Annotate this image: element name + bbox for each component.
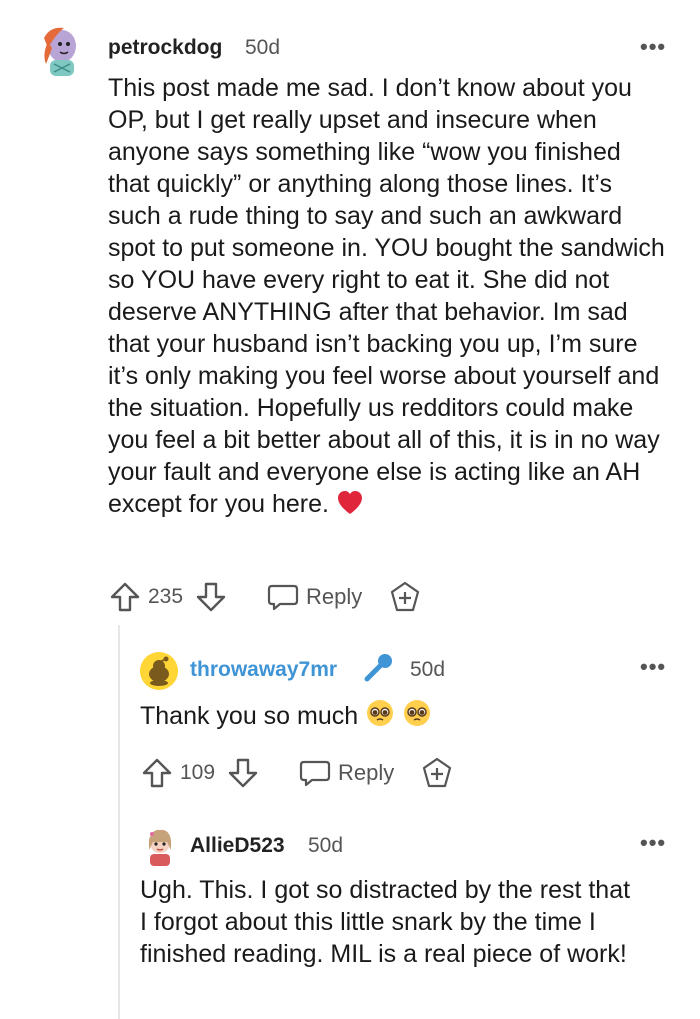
- vote-count: 235: [148, 585, 184, 608]
- more-options-button[interactable]: •••: [640, 34, 666, 60]
- username[interactable]: AllieD523: [190, 834, 285, 858]
- comment-body: Thank you so much: [140, 698, 660, 736]
- downvote-button[interactable]: [226, 756, 260, 790]
- username[interactable]: petrockdog: [108, 36, 222, 60]
- downvote-arrow-icon: [196, 582, 226, 612]
- username[interactable]: throwaway7mr: [190, 658, 337, 682]
- reply-label: Reply: [338, 760, 395, 785]
- red-heart-icon: [336, 490, 364, 524]
- reply-button[interactable]: Reply: [298, 756, 394, 790]
- speech-bubble-icon: [299, 760, 331, 787]
- avatar-image: [140, 826, 180, 866]
- upvote-button[interactable]: [140, 756, 174, 790]
- award-plus-icon: [390, 581, 420, 612]
- comment-body: Ugh. This. I got so distracted by the re…: [140, 876, 631, 968]
- award-plus-icon: [422, 757, 452, 788]
- user-avatar[interactable]: [140, 652, 178, 690]
- downvote-arrow-icon: [228, 758, 258, 788]
- comment-actions: 109 Reply: [140, 756, 470, 790]
- comment-actions: 235 Reply: [108, 580, 438, 614]
- upvote-arrow-icon: [110, 582, 140, 612]
- pleading-face-icon: [365, 698, 395, 736]
- vote-count: 109: [180, 761, 216, 784]
- avatar-image: [44, 27, 76, 76]
- award-button[interactable]: [420, 756, 454, 790]
- reply-button[interactable]: Reply: [266, 580, 362, 614]
- comment-body: This post made me sad. I don’t know abou…: [108, 72, 668, 524]
- timestamp: 50d: [410, 658, 446, 681]
- downvote-button[interactable]: [194, 580, 228, 614]
- upvote-arrow-icon: [142, 758, 172, 788]
- timestamp: 50d: [308, 834, 344, 857]
- more-options-button[interactable]: •••: [640, 830, 666, 856]
- award-button[interactable]: [388, 580, 422, 614]
- microphone-icon: [360, 650, 396, 691]
- upvote-button[interactable]: [108, 580, 142, 614]
- more-options-button[interactable]: •••: [640, 654, 666, 680]
- speech-bubble-icon: [267, 584, 299, 611]
- comment-text: This post made me sad. I don’t know abou…: [108, 74, 665, 518]
- user-avatar[interactable]: [36, 24, 84, 76]
- thread-line-level-1[interactable]: [118, 625, 120, 1019]
- avatar-image: [140, 652, 178, 690]
- pleading-face-icon: [402, 698, 432, 736]
- user-avatar[interactable]: [140, 826, 180, 866]
- reply-label: Reply: [306, 584, 363, 609]
- comment-text: Thank you so much: [140, 702, 359, 730]
- timestamp: 50d: [245, 36, 281, 59]
